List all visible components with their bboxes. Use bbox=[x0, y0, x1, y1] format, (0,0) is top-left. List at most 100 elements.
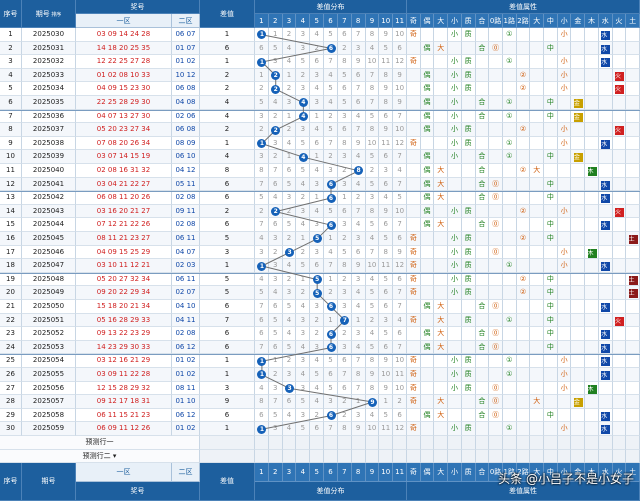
attr-mark: 质 bbox=[461, 82, 476, 96]
attr-cell bbox=[420, 381, 435, 396]
attr-mark: 小 bbox=[557, 136, 572, 151]
predict-diff-cell[interactable] bbox=[200, 436, 255, 450]
predict-attr-cell[interactable] bbox=[420, 449, 435, 464]
row-difference: 1 bbox=[200, 55, 255, 69]
predict-row-1[interactable]: 预测行一 bbox=[0, 436, 200, 450]
predict-diff-cell[interactable] bbox=[200, 449, 255, 464]
dist-cell: 2 bbox=[282, 272, 297, 287]
row-front-numbers: 05 16 28 29 33 bbox=[76, 313, 172, 328]
predict-attr-cell[interactable] bbox=[434, 436, 449, 450]
predict-attr-cell[interactable] bbox=[544, 436, 558, 450]
predict-dist-cell[interactable] bbox=[282, 436, 297, 450]
attr-cell bbox=[516, 28, 531, 42]
header-serial: 序号 bbox=[0, 0, 22, 28]
predict-attr-cell[interactable] bbox=[598, 449, 613, 464]
difference-ball: 6 bbox=[326, 343, 336, 353]
predict-dist-cell[interactable] bbox=[296, 449, 311, 464]
predict-row-2[interactable]: 预测行二 ▾ bbox=[0, 449, 200, 464]
predict-attr-cell[interactable] bbox=[461, 449, 476, 464]
dist-cell: 5 bbox=[296, 259, 311, 273]
attr-cell bbox=[612, 272, 627, 287]
predict-dist-cell[interactable] bbox=[282, 449, 297, 464]
predict-dist-cell[interactable] bbox=[379, 436, 394, 450]
attr-cell bbox=[489, 272, 503, 287]
predict-dist-cell[interactable] bbox=[324, 436, 338, 450]
attr-mark: 小 bbox=[448, 286, 462, 300]
predict-attr-cell[interactable] bbox=[448, 449, 462, 464]
predict-dist-cell[interactable] bbox=[393, 449, 407, 464]
predict-attr-cell[interactable] bbox=[489, 449, 503, 464]
attr-cell bbox=[530, 259, 545, 273]
predict-attr-cell[interactable] bbox=[544, 449, 558, 464]
predict-dist-cell[interactable] bbox=[351, 449, 366, 464]
row-front-numbers: 09 20 22 29 34 bbox=[76, 286, 172, 300]
predict-attr-cell[interactable] bbox=[502, 449, 517, 464]
predict-attr-cell[interactable] bbox=[516, 436, 531, 450]
attr-cell bbox=[626, 191, 640, 205]
predict-attr-cell[interactable] bbox=[626, 436, 640, 450]
footer-difference: 差值 bbox=[200, 463, 255, 501]
predict-dist-cell[interactable] bbox=[268, 436, 283, 450]
predict-dist-cell[interactable] bbox=[351, 436, 366, 450]
dist-cell: 4 bbox=[351, 109, 366, 124]
attr-cell bbox=[502, 286, 517, 300]
sort-button[interactable]: 排序 bbox=[50, 12, 61, 18]
predict-attr-cell[interactable] bbox=[571, 449, 586, 464]
predict-attr-cell[interactable] bbox=[530, 449, 545, 464]
predict-attr-cell[interactable] bbox=[448, 436, 462, 450]
dist-cell: 3 bbox=[268, 232, 283, 246]
predict-attr-cell[interactable] bbox=[598, 436, 613, 450]
predict-dist-cell[interactable] bbox=[310, 449, 325, 464]
predict-dist-cell[interactable] bbox=[255, 436, 269, 450]
row-serial: 6 bbox=[0, 96, 22, 110]
attr-cell bbox=[530, 191, 545, 205]
predict-attr-cell[interactable] bbox=[461, 436, 476, 450]
attr-cell bbox=[489, 55, 503, 69]
predict-dist-cell[interactable] bbox=[337, 436, 352, 450]
dist-cell: 7 bbox=[351, 123, 366, 137]
predict-attr-cell[interactable] bbox=[434, 449, 449, 464]
attr-cell bbox=[571, 259, 586, 273]
predict-attr-cell[interactable] bbox=[475, 449, 490, 464]
attr-cell bbox=[407, 408, 421, 423]
predict-dist-cell[interactable] bbox=[296, 436, 311, 450]
predict-dist-cell[interactable] bbox=[255, 449, 269, 464]
predict-attr-cell[interactable] bbox=[585, 436, 599, 450]
predict-attr-cell[interactable] bbox=[612, 436, 627, 450]
predict-attr-cell[interactable] bbox=[557, 436, 572, 450]
predict-dist-cell[interactable] bbox=[337, 449, 352, 464]
header-issue[interactable]: 期号 排序 bbox=[22, 0, 76, 28]
predict-dist-cell[interactable] bbox=[379, 449, 394, 464]
predict-dist-cell[interactable] bbox=[365, 436, 380, 450]
dist-cell: 2 bbox=[296, 191, 311, 205]
predict-attr-cell[interactable] bbox=[530, 436, 545, 450]
predict-attr-cell[interactable] bbox=[557, 449, 572, 464]
attr-cell bbox=[571, 164, 586, 178]
attr-mark: 小 bbox=[557, 422, 572, 436]
predict-attr-cell[interactable] bbox=[489, 436, 503, 450]
row-difference: 1 bbox=[200, 368, 255, 382]
predict-dist-cell[interactable] bbox=[365, 449, 380, 464]
predict-dist-cell[interactable] bbox=[393, 436, 407, 450]
predict-attr-cell[interactable] bbox=[571, 436, 586, 450]
predict-dist-cell[interactable] bbox=[310, 436, 325, 450]
predict-attr-cell[interactable] bbox=[585, 449, 599, 464]
predict-dist-cell[interactable] bbox=[324, 449, 338, 464]
dist-cell: 11 bbox=[379, 422, 394, 436]
predict-attr-cell[interactable] bbox=[407, 449, 421, 464]
dist-cell: 2 bbox=[255, 82, 269, 96]
dist-cell: 5 bbox=[365, 300, 380, 314]
dist-cell: 4 bbox=[282, 55, 297, 69]
predict-attr-cell[interactable] bbox=[612, 449, 627, 464]
predict-attr-cell[interactable] bbox=[407, 436, 421, 450]
attr-col-15: 火 bbox=[612, 14, 627, 28]
predict-attr-cell[interactable] bbox=[475, 436, 490, 450]
predict-attr-cell[interactable] bbox=[516, 449, 531, 464]
predict-attr-cell[interactable] bbox=[626, 449, 640, 464]
row-front-numbers: 04 09 15 25 29 bbox=[76, 245, 172, 260]
predict-dist-cell[interactable] bbox=[268, 449, 283, 464]
predict-attr-cell[interactable] bbox=[420, 436, 435, 450]
predict-attr-cell[interactable] bbox=[502, 436, 517, 450]
dist-cell: 6 bbox=[393, 327, 407, 341]
element-badge: 水 bbox=[601, 425, 611, 435]
